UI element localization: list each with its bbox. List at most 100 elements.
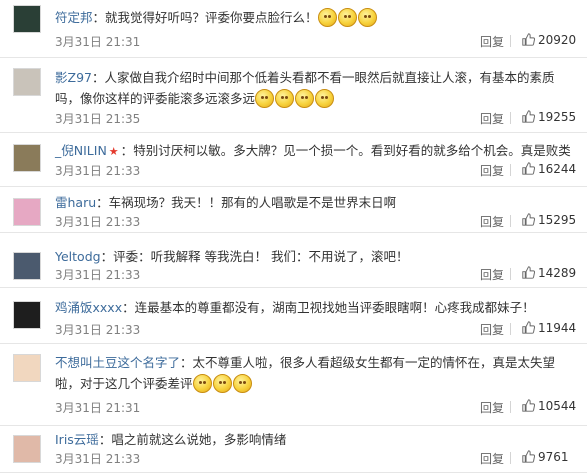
divider xyxy=(510,164,511,176)
comment-body: 唱之前就这么说她，多影响情绪 xyxy=(111,432,287,447)
username-link[interactable]: _倪NILIN xyxy=(55,143,107,158)
thumbs-up-icon xyxy=(522,399,535,412)
reply-link[interactable]: 回复 xyxy=(480,399,504,416)
comment-item: Iris云瑶：唱之前就这么说她，多影响情绪 3月31日 21:33 回复 9761 xyxy=(0,426,587,473)
smiley-emoji-icon xyxy=(212,374,232,393)
thumbs-up-icon xyxy=(522,266,535,279)
comment-text: Yeltodg：评委：听我解释 等我洗白！ 我们：不用说了，滚吧！ xyxy=(55,246,575,267)
like-button[interactable]: 15295 xyxy=(522,213,576,227)
smiley-emoji-icon xyxy=(337,8,357,27)
smiley-emoji-icon xyxy=(232,374,252,393)
like-button[interactable]: 10544 xyxy=(522,399,576,413)
divider xyxy=(510,215,511,227)
reply-link[interactable]: 回复 xyxy=(480,33,504,50)
colon-separator: ： xyxy=(180,355,193,370)
smiley-emoji-icon xyxy=(295,89,315,108)
smiley-emoji-icon xyxy=(317,8,337,27)
username-link[interactable]: Iris云瑶 xyxy=(55,432,99,447)
divider xyxy=(510,452,511,464)
divider xyxy=(510,401,511,413)
username-link[interactable]: 不想叫土豆这个名字了 xyxy=(55,355,180,370)
thumbs-up-icon xyxy=(522,110,535,123)
smiley-emoji-icon xyxy=(315,89,335,108)
reply-link[interactable]: 回复 xyxy=(480,321,504,338)
avatar[interactable] xyxy=(13,5,41,33)
comment-time: 3月31日 21:31 xyxy=(55,401,141,415)
comment-item: 影Z97：人家做自我介绍时中间那个低着头看都不看一眼然后就直接让人滚，有基本的素… xyxy=(0,58,587,133)
comment-body: 就我觉得好听吗？评委你要点脸行么！ xyxy=(105,10,318,25)
colon-separator: ： xyxy=(120,143,134,158)
comment-time: 3月31日 21:35 xyxy=(55,112,141,126)
smiley-emoji-icon xyxy=(255,89,275,108)
like-count: 11944 xyxy=(538,321,577,335)
comment-time: 3月31日 21:33 xyxy=(55,215,141,229)
avatar[interactable] xyxy=(13,354,41,382)
reply-link[interactable]: 回复 xyxy=(480,450,504,467)
comment-item: Yeltodg：评委：听我解释 等我洗白！ 我们：不用说了，滚吧！ 3月31日 2… xyxy=(0,233,587,288)
username-link[interactable]: 鸡涌饭xxxx xyxy=(55,300,122,315)
colon-separator: ： xyxy=(92,10,106,25)
comment-item: 符定邦：就我觉得好听吗？评委你要点脸行么！ 3月31日 21:31 回复 20920 xyxy=(0,0,587,58)
like-count: 16244 xyxy=(538,162,577,176)
comment-item: _倪NILIN ★ ：特别讨厌柯以敏。多大牌？见一个损一个。看到好看的就多给个机会。… xyxy=(0,133,587,187)
divider xyxy=(510,323,511,335)
smiley-emoji-icon xyxy=(357,8,377,27)
avatar[interactable] xyxy=(13,301,41,329)
thumbs-up-icon xyxy=(522,33,535,46)
thumbs-up-icon xyxy=(522,321,535,334)
smiley-emoji-icon xyxy=(192,374,212,393)
reply-link[interactable]: 回复 xyxy=(480,266,504,283)
colon-separator: ： xyxy=(98,432,112,447)
comment-list: 符定邦：就我觉得好听吗？评委你要点脸行么！ 3月31日 21:31 回复 20920 影… xyxy=(0,0,587,473)
username-link[interactable]: 影Z97 xyxy=(55,70,92,85)
comment-time: 3月31日 21:31 xyxy=(55,35,141,49)
divider xyxy=(510,112,511,124)
like-button[interactable]: 9761 xyxy=(522,450,569,464)
comment-text: 不想叫土豆这个名字了：太不尊重人啦，很多人看超级女生都有一定的情怀在，真是太失望… xyxy=(55,352,575,394)
avatar[interactable] xyxy=(13,252,41,280)
smiley-emoji-icon xyxy=(275,89,295,108)
thumbs-up-icon xyxy=(522,162,535,175)
like-count: 15295 xyxy=(538,213,577,227)
username-link[interactable]: Yeltodg xyxy=(55,249,101,264)
comment-item: 鸡涌饭xxxx：连最基本的尊重都没有，湖南卫视找她当评委眼瞎啊！心疼我成都妹子！… xyxy=(0,288,587,344)
like-button[interactable]: 14289 xyxy=(522,266,576,280)
comment-time: 3月31日 21:33 xyxy=(55,323,141,337)
colon-separator: ： xyxy=(91,70,105,85)
thumbs-up-icon xyxy=(522,450,535,463)
comment-item: 雷haru：车祸现场？我天！！那有的人唱歌是不是世界末日啊 3月31日 21:33… xyxy=(0,187,587,233)
member-badge-icon: ★ xyxy=(108,145,119,158)
avatar[interactable] xyxy=(13,435,41,463)
avatar[interactable] xyxy=(13,68,41,96)
like-button[interactable]: 11944 xyxy=(522,321,576,335)
username-link[interactable]: 雷haru xyxy=(55,195,96,210)
comment-text: 影Z97：人家做自我介绍时中间那个低着头看都不看一眼然后就直接让人滚，有基本的素… xyxy=(55,67,575,109)
username-link[interactable]: 符定邦 xyxy=(55,10,93,25)
like-button[interactable]: 19255 xyxy=(522,110,576,124)
comment-text: Iris云瑶：唱之前就这么说她，多影响情绪 xyxy=(55,429,575,450)
like-count: 14289 xyxy=(538,266,577,280)
comment-item: 不想叫土豆这个名字了：太不尊重人啦，很多人看超级女生都有一定的情怀在，真是太失望… xyxy=(0,344,587,426)
divider xyxy=(510,35,511,47)
like-button[interactable]: 20920 xyxy=(522,33,576,47)
like-count: 10544 xyxy=(538,399,577,413)
reply-link[interactable]: 回复 xyxy=(480,213,504,230)
avatar[interactable] xyxy=(13,144,41,172)
like-count: 19255 xyxy=(538,110,577,124)
thumbs-up-icon xyxy=(522,213,535,226)
comment-text: 雷haru：车祸现场？我天！！那有的人唱歌是不是世界末日啊 xyxy=(55,192,575,213)
reply-link[interactable]: 回复 xyxy=(480,162,504,179)
like-count: 20920 xyxy=(538,33,577,47)
comment-body: 评委：听我解释 等我洗白！ 我们：不用说了，滚吧！ xyxy=(113,249,409,264)
comment-time: 3月31日 21:33 xyxy=(55,452,141,466)
comment-time: 3月31日 21:33 xyxy=(55,164,141,178)
colon-separator: ： xyxy=(100,249,114,264)
avatar[interactable] xyxy=(13,198,41,226)
comment-text: 符定邦：就我觉得好听吗？评委你要点脸行么！ xyxy=(55,7,575,28)
comment-time: 3月31日 21:33 xyxy=(55,268,141,282)
like-button[interactable]: 16244 xyxy=(522,162,576,176)
reply-link[interactable]: 回复 xyxy=(480,110,504,127)
comment-body: 连最基本的尊重都没有，湖南卫视找她当评委眼瞎啊！心疼我成都妹子！ xyxy=(134,300,535,315)
comment-text: _倪NILIN ★ ：特别讨厌柯以敏。多大牌？见一个损一个。看到好看的就多给个机会。… xyxy=(55,140,575,162)
colon-separator: ： xyxy=(96,195,109,210)
